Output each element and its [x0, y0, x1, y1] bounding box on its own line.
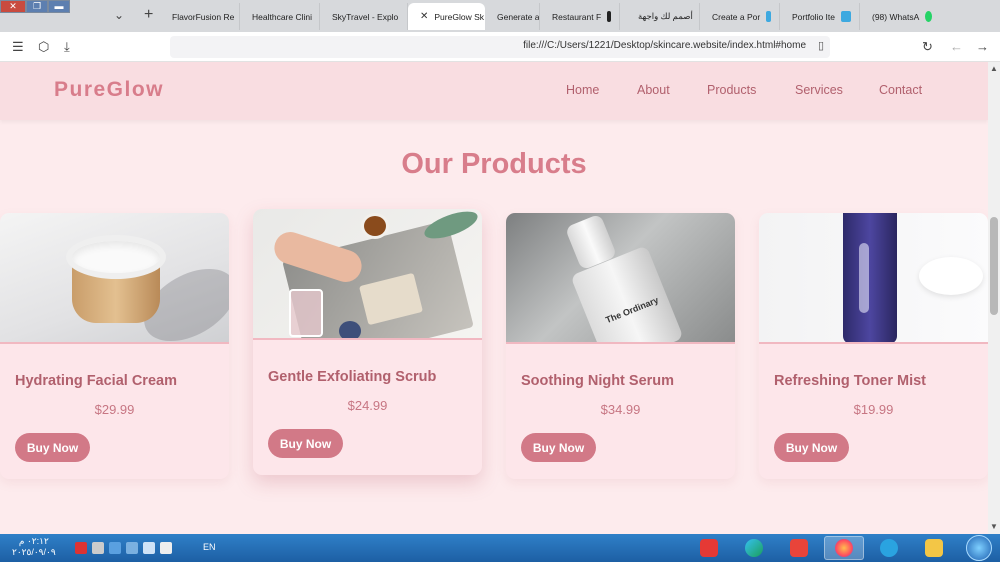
tab-label: Portfolio Ite: [792, 11, 835, 22]
nav-home[interactable]: Home: [566, 83, 599, 97]
product-card: Gentle Exfoliating Scrub $24.99 Buy Now: [253, 209, 482, 475]
firefox-icon[interactable]: [824, 536, 864, 560]
taskbar: ٠٢:١٢ م ٢٠٢٥/٠٩/٠٩ EN: [0, 534, 1000, 562]
product-card: Hydrating Facial Cream $29.99 Buy Now: [0, 213, 229, 479]
product-name: Gentle Exfoliating Scrub: [268, 369, 437, 385]
anydesk-icon[interactable]: [779, 536, 819, 560]
reload-icon[interactable]: ↻: [922, 39, 933, 55]
browser-tab-strip: ✕ ❐ ▬ ⌄ + FlavorFusion Re Healthcare Cli…: [0, 0, 1000, 32]
page-scrollbar[interactable]: ▲ ▼: [988, 62, 1000, 534]
tab-arabic[interactable]: أصمم لك واجهة: [620, 3, 700, 30]
tab-label: SkyTravel - Explo: [332, 11, 399, 22]
tray-app-icon[interactable]: [75, 542, 87, 554]
tab-label: Restaurant F: [552, 11, 602, 22]
url-text[interactable]: file:///C:/Users/1221/Desktop/skincare.w…: [523, 40, 806, 51]
product-price: $29.99: [94, 402, 135, 417]
maximize-window-icon[interactable]: ❐: [26, 0, 48, 13]
tab-create-portfolio[interactable]: Create a Por: [700, 3, 780, 30]
tray-app-icon[interactable]: [109, 542, 121, 554]
page-info-icon[interactable]: ▯: [818, 39, 824, 52]
tab-generate[interactable]: Generate a: [485, 3, 540, 30]
buy-now-button[interactable]: Buy Now: [521, 433, 596, 462]
back-arrow-icon[interactable]: ←: [950, 39, 963, 54]
nav-contact[interactable]: Contact: [879, 83, 922, 97]
scroll-up-icon[interactable]: ▲: [990, 64, 998, 73]
tab-label: (98) WhatsA: [872, 11, 920, 22]
product-card: Refreshing Toner Mist $19.99 Buy Now: [759, 213, 988, 479]
buy-now-button[interactable]: Buy Now: [774, 433, 849, 462]
clock-time: ٠٢:١٢ م: [18, 536, 49, 546]
site-favicon-icon: [607, 11, 611, 22]
product-image: [0, 213, 229, 344]
start-button-icon[interactable]: [966, 535, 992, 561]
product-name: Refreshing Toner Mist: [774, 373, 926, 389]
tray-app-icon[interactable]: [126, 542, 138, 554]
tab-label: FlavorFusion Re: [172, 11, 235, 22]
volume-icon[interactable]: [143, 542, 155, 554]
tab-skytravel[interactable]: SkyTravel - Explo: [320, 3, 408, 30]
site-logo[interactable]: PureGlow: [54, 78, 164, 102]
battery-icon[interactable]: [160, 542, 172, 554]
clock-date: ٢٠٢٥/٠٩/٠٩: [12, 547, 56, 557]
product-image: [759, 213, 988, 344]
close-window-icon[interactable]: ✕: [0, 0, 26, 13]
tab-list-chevron-icon[interactable]: ⌄: [114, 8, 124, 22]
tab-restaurant[interactable]: Restaurant F: [540, 3, 620, 30]
tab-label: PureGlow Sk: [434, 11, 484, 22]
download-icon[interactable]: ⤓: [64, 39, 70, 55]
tab-portfolio-items[interactable]: Portfolio Ite: [780, 3, 860, 30]
system-tray: [75, 542, 172, 554]
scroll-down-icon[interactable]: ▼: [990, 522, 998, 531]
product-price: $34.99: [600, 402, 641, 417]
close-tab-icon[interactable]: ✕: [420, 11, 428, 22]
product-card: The Ordinary Soothing Night Serum $34.99…: [506, 213, 735, 479]
site-header: PureGlow Home About Products Services Co…: [0, 62, 988, 120]
product-name: Soothing Night Serum: [521, 373, 675, 389]
extensions-icon[interactable]: ⬡: [38, 39, 49, 55]
language-indicator[interactable]: EN: [203, 542, 216, 552]
network-icon[interactable]: [92, 542, 104, 554]
site-favicon-icon: [766, 11, 771, 22]
window-controls: ✕ ❐ ▬: [0, 0, 70, 13]
product-image: The Ordinary: [506, 213, 735, 344]
product-price: $24.99: [347, 398, 388, 413]
file-explorer-icon[interactable]: [914, 536, 954, 560]
edge-browser-icon[interactable]: [734, 536, 774, 560]
whatsapp-icon: [925, 11, 932, 22]
taskbar-clock[interactable]: ٠٢:١٢ م ٢٠٢٥/٠٩/٠٩: [12, 536, 56, 558]
site-favicon-icon: [841, 11, 851, 22]
buy-now-button[interactable]: Buy Now: [15, 433, 90, 462]
tab-healthcare[interactable]: Healthcare Clini: [240, 3, 320, 30]
product-price: $19.99: [853, 402, 894, 417]
product-image: [253, 209, 482, 340]
wps-office-icon[interactable]: [689, 536, 729, 560]
nav-products[interactable]: Products: [707, 83, 756, 97]
tab-label: Create a Por: [712, 11, 761, 22]
nav-services[interactable]: Services: [795, 83, 843, 97]
menu-icon[interactable]: ☰: [12, 39, 24, 55]
nav-about[interactable]: About: [637, 83, 670, 97]
buy-now-button[interactable]: Buy Now: [268, 429, 343, 458]
tab-pureglow[interactable]: ✕ PureGlow Sk: [408, 3, 485, 30]
product-name: Hydrating Facial Cream: [15, 373, 177, 389]
telegram-icon[interactable]: [869, 536, 909, 560]
tab-whatsapp[interactable]: (98) WhatsA: [860, 3, 940, 30]
tab-list: FlavorFusion Re Healthcare Clini SkyTrav…: [160, 3, 940, 30]
new-tab-plus-icon[interactable]: +: [144, 6, 153, 24]
forward-arrow-icon[interactable]: →: [976, 39, 989, 54]
scrollbar-thumb[interactable]: [990, 217, 998, 315]
section-title: Our Products: [401, 148, 587, 180]
page-viewport: PureGlow Home About Products Services Co…: [0, 62, 988, 534]
tab-label: أصمم لك واجهة: [638, 11, 693, 21]
address-bar[interactable]: file:///C:/Users/1221/Desktop/skincare.w…: [170, 36, 830, 58]
tab-flavorfusion[interactable]: FlavorFusion Re: [160, 3, 240, 30]
tab-label: Healthcare Clini: [252, 11, 312, 22]
minimize-window-icon[interactable]: ▬: [48, 0, 70, 13]
browser-toolbar: ☰ ⬡ ⤓ ☆ file:///C:/Users/1221/Desktop/sk…: [0, 32, 1000, 62]
tab-label: Generate a: [497, 11, 540, 22]
